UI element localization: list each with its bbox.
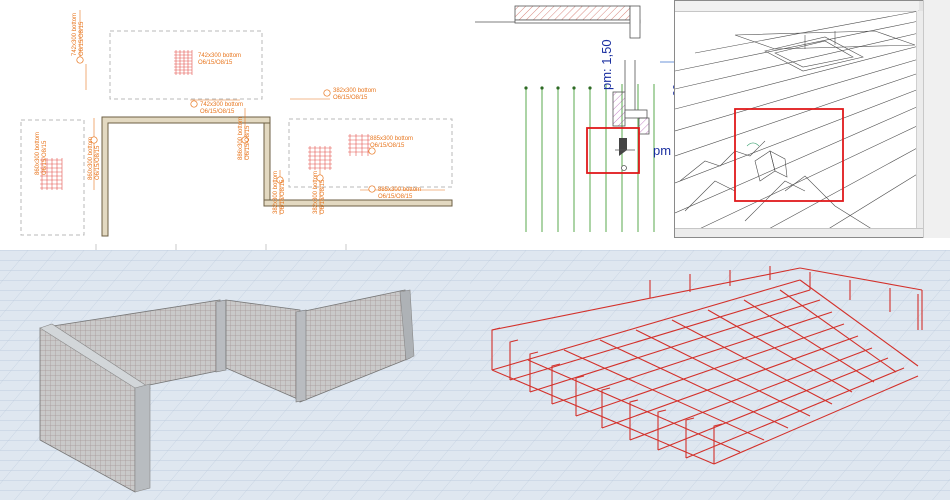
- walls-3d-view[interactable]: [0, 250, 470, 500]
- slab-section: [475, 5, 641, 39]
- elevation-label: pm: 1,50: [599, 39, 614, 90]
- rebar-mesh-patch: [348, 134, 370, 156]
- wireframe-3d-window[interactable]: [674, 0, 924, 238]
- floor-plan-view[interactable]: 742x300 bottom O6/15/O8/15 742x300 botto…: [0, 0, 470, 250]
- rebar-mesh-patch: [174, 50, 193, 75]
- right-toolbar[interactable]: [923, 0, 950, 238]
- rebar-label: 382x300 bottom: [313, 171, 319, 214]
- label-marker-icon: [76, 56, 84, 64]
- elevation-label: pm: [653, 143, 671, 158]
- rebar-label-sub: O6/15/O8/15: [378, 194, 413, 200]
- rebar-label-sub: O6/15/O8/15: [333, 95, 368, 101]
- walls-canvas: [0, 250, 470, 500]
- label-marker-icon: [323, 89, 331, 97]
- highlight-box: [586, 127, 640, 174]
- rebar-canvas: [470, 250, 950, 500]
- rebar-area-box: [20, 119, 85, 236]
- rebar-label: 742x300 bottom: [200, 102, 243, 108]
- rebar-label-sub: O6/15/O8/15: [320, 179, 326, 214]
- floor-plan-canvas: 742x300 bottom O6/15/O8/15 742x300 botto…: [20, 10, 453, 250]
- rebar-label-sub: O6/15/O8/15: [42, 140, 48, 175]
- rebar-mesh-patch: [308, 146, 332, 170]
- rebar-label: 382x300 bottom: [273, 171, 279, 214]
- rebar-label: 860x300 bottom: [35, 132, 41, 175]
- wireframe-canvas: [675, 10, 920, 232]
- footing-detail: [615, 138, 635, 171]
- rebar-label-sub: O6/15/O8/15: [200, 109, 235, 115]
- wall-section: [612, 60, 650, 135]
- rebar-label-sub: O6/15/O8/15: [95, 145, 101, 180]
- section-view[interactable]: pm: 1,50 pm 00: [475, 0, 950, 250]
- window-scrollbar[interactable]: [916, 11, 923, 229]
- label-marker-icon: [190, 100, 198, 108]
- rebar-label-sub: O6/15/O8/15: [370, 143, 405, 149]
- rebar-label-sub: O6/15/O8/15: [245, 125, 251, 160]
- rebar-area-box: [109, 30, 263, 100]
- rebar-label: 382x300 bottom: [333, 88, 376, 94]
- rebar-label-sub: O6/15/O8/15: [198, 60, 233, 66]
- rebar-label-sub: O6/15/O8/15: [280, 179, 286, 214]
- label-marker-icon: [368, 185, 376, 193]
- rebar-label: 742x300 bottom: [72, 13, 78, 56]
- window-statusbar: [675, 228, 923, 237]
- rebar-cage-3d-view[interactable]: [470, 250, 950, 500]
- rebar-label: 886x300 bottom: [238, 117, 244, 160]
- rebar-label: 885x300 bottom: [370, 136, 413, 142]
- rebar-label: 860x300 bottom: [88, 137, 94, 180]
- rebar-label: 742x300 bottom: [198, 53, 241, 59]
- rebar-label-sub: O6/15/O8/15: [79, 21, 85, 56]
- rebar-label: 885x300 bottom: [378, 187, 421, 193]
